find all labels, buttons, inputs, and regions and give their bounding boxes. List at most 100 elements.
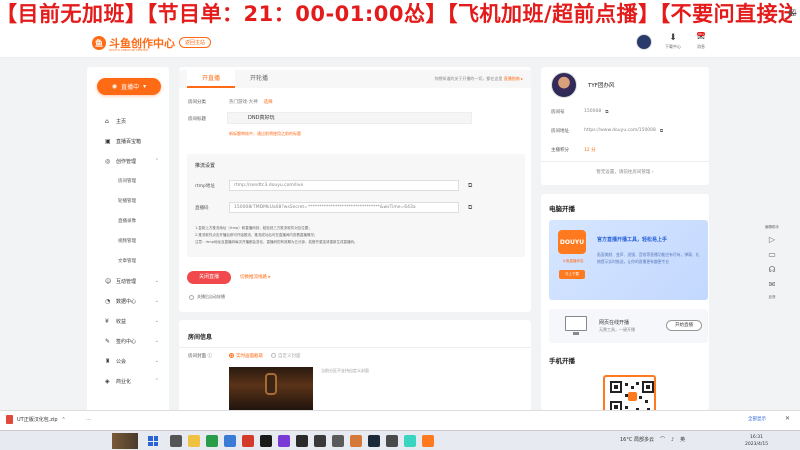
push-help-line: 注意：rtmp地址及直播码每次开播都会变化，直播码的有效期为五分钟，若断开重连请… <box>195 240 358 244</box>
network-icon[interactable]: ⌒ <box>660 436 665 443</box>
sidebar-item-guild[interactable]: ♜ 公会 ⌄ <box>105 351 165 371</box>
app-icon[interactable] <box>332 435 344 447</box>
headset-icon[interactable]: ☊ <box>768 265 775 275</box>
app-icon[interactable] <box>278 435 290 447</box>
streamer-avatar[interactable] <box>551 72 577 98</box>
download-now-button[interactable]: 马上下载 <box>559 270 585 279</box>
close-live-button[interactable]: 关闭直播 <box>187 271 231 284</box>
interact-icon: ☺ <box>105 277 112 285</box>
copy-icon[interactable]: ⧉ <box>468 204 472 212</box>
sidebar-item-business[interactable]: ◈ 商业化 ⌃ <box>105 371 165 391</box>
app-icon[interactable] <box>206 435 218 447</box>
sidebar-item-interact[interactable]: ☺ 互动管理 ⌄ <box>105 271 165 291</box>
tool-assistant[interactable]: 编辑助手 <box>765 225 779 230</box>
app-icon[interactable] <box>260 435 272 447</box>
show-all-button[interactable]: 全部显示 <box>748 416 766 422</box>
stream-code-field[interactable]: 150008rTMDMkUa08?wsSecret=**************… <box>229 202 459 213</box>
close-icon[interactable]: ✕ <box>785 415 790 422</box>
business-icon: ◈ <box>105 377 110 385</box>
download-center-button[interactable]: ⬇ 下载中心 <box>664 33 682 50</box>
sidebar-item-label: 主页 <box>116 118 127 125</box>
rtmp-address-field[interactable]: rtmp://sendtc3.douyu.com/live <box>229 180 459 191</box>
back-home-button[interactable]: 返回主站 <box>179 37 212 48</box>
auto-rotate-checkbox[interactable]: 关播后自动轮播 <box>189 294 225 300</box>
douyu-logo[interactable]: 鱼 斗鱼创作中心 DOUYU CREATOR CENTER <box>92 35 175 52</box>
feedback-icon[interactable]: ✉ <box>769 280 776 290</box>
sidebar-item-home[interactable]: ⌂ 主页 <box>105 111 165 131</box>
top-navbar: 鱼 斗鱼创作中心 DOUYU CREATOR CENTER 返回主站 ⬇ 下载中… <box>0 28 800 58</box>
app-icon[interactable] <box>386 435 398 447</box>
pc-live-heading: 电脑开播 <box>549 205 575 213</box>
tab-rotate[interactable]: 开轮播 <box>235 70 283 88</box>
sidebar-item-income[interactable]: ¥ 收益 ⌄ <box>105 311 165 331</box>
push-settings-box: 推流设置 rtmp地址 rtmp://sendtc3.douyu.com/liv… <box>187 154 525 257</box>
sidebar-item-label: 公会 <box>116 358 127 365</box>
cover-image <box>229 367 313 412</box>
cover-option-live[interactable]: 实时画面截取 <box>229 353 263 359</box>
chevron-up-icon: ⌃ <box>154 158 159 164</box>
auto-rotate-label: 关播后自动轮播 <box>197 294 225 299</box>
tab-list: 开直播 开轮播 <box>187 70 283 88</box>
play-icon[interactable]: ▷ <box>769 235 775 245</box>
room-address-value[interactable]: https://www.douyu.com/150008 <box>584 128 656 134</box>
banner-text: 【目前无加班】【节目单：21：00-01:00怂】【飞机加班/超前点播】【不要问… <box>0 2 800 26</box>
start-web-live-button[interactable]: 开始直播 <box>666 320 702 331</box>
sidebar-item-label: 收益 <box>116 318 127 325</box>
room-title-input[interactable]: DND真好玩 <box>227 112 472 124</box>
tool-feedback[interactable]: 反馈 <box>769 295 776 300</box>
guide-link[interactable]: 直播指南 ▸ <box>504 76 523 81</box>
tab-live[interactable]: 开直播 <box>187 70 235 88</box>
tutorial-icon[interactable]: ▭ <box>768 250 776 260</box>
volume-icon[interactable]: ♪ <box>671 437 674 443</box>
app-icon[interactable] <box>242 435 254 447</box>
copy-icon[interactable]: ⧉ <box>660 128 663 134</box>
income-icon: ¥ <box>105 317 109 325</box>
sidebar-item-sign[interactable]: ✎ 签约中心 ⌄ <box>105 331 165 351</box>
chevron-down-icon: ⌄ <box>154 358 159 364</box>
obs-icon[interactable] <box>314 435 326 447</box>
sidebar-item-label: 商业化 <box>116 378 132 385</box>
folder-icon[interactable] <box>188 435 200 447</box>
taskbar-thumbnail[interactable] <box>112 433 138 449</box>
sidebar-item-toolbox[interactable]: ▣ 直播百宝箱 <box>105 131 165 151</box>
switch-line-link[interactable]: 切换推流线路 ▸ <box>240 274 271 280</box>
chevron-up-icon: ⌃ <box>154 378 159 384</box>
checkbox-icon[interactable] <box>189 294 194 300</box>
push-settings-title: 推流设置 <box>195 163 216 169</box>
pc-tool-banner[interactable]: DOUYU 斗鱼直播伴侣 马上下载 官方直播开播工具，轻松易上手 画面美颜、变声… <box>549 220 708 300</box>
sidebar-subitem-article[interactable]: 文章管理 <box>105 251 165 271</box>
sidebar-subitem-video[interactable]: 视频管理 <box>105 231 165 251</box>
browser-icon[interactable] <box>224 435 236 447</box>
weather-text[interactable]: 16°C 局部多云 <box>620 436 654 443</box>
copy-icon[interactable]: ⧉ <box>468 182 472 190</box>
logo-mark-icon: 鱼 <box>92 36 106 50</box>
ime-indicator[interactable]: 英 <box>680 436 685 443</box>
cover-option-custom[interactable]: 自定义封面 <box>271 353 301 359</box>
sidebar-item-create[interactable]: ◎ 创作管理 ⌃ <box>105 151 165 171</box>
app-icon[interactable] <box>296 435 308 447</box>
douyu-app-icon[interactable] <box>422 435 434 447</box>
close-icon[interactable]: ✕ <box>788 0 796 28</box>
sidebar-subitem-record[interactable]: 直播录像 <box>105 211 165 231</box>
room-manage-link[interactable]: 暂无设置，请前往房间管理 › <box>541 169 709 175</box>
sidebar-item-data[interactable]: ◔ 数据中心 ⌄ <box>105 291 165 311</box>
download-more[interactable]: … <box>86 416 91 422</box>
category-select-link[interactable]: 选择 <box>264 100 273 105</box>
chevron-up-icon: ⌃ <box>61 416 66 423</box>
app-icon[interactable] <box>350 435 362 447</box>
system-clock[interactable]: 16:31 2023/4/15 <box>745 434 768 448</box>
windows-start-icon[interactable] <box>148 436 158 446</box>
toolbox-icon: ▣ <box>105 137 111 145</box>
live-status-button[interactable]: ◉ 直播中 ▾ <box>97 78 161 95</box>
sidebar-subitem-rotate[interactable]: 轮播管理 <box>105 191 165 211</box>
search-icon[interactable] <box>170 435 182 447</box>
sidebar-subitem-room[interactable]: 房间管理 <box>105 171 165 191</box>
category-value: 热门游戏-大神 <box>229 100 258 105</box>
user-avatar[interactable] <box>636 34 652 50</box>
help-icon[interactable]: ⓘ <box>207 354 212 359</box>
download-file-item[interactable]: UT正版汉化包.zip ⌃ <box>6 415 66 424</box>
monitor-icon <box>565 316 587 335</box>
steam-icon[interactable] <box>368 435 380 447</box>
app-icon[interactable] <box>404 435 416 447</box>
copy-icon[interactable]: ⧉ <box>605 109 608 115</box>
